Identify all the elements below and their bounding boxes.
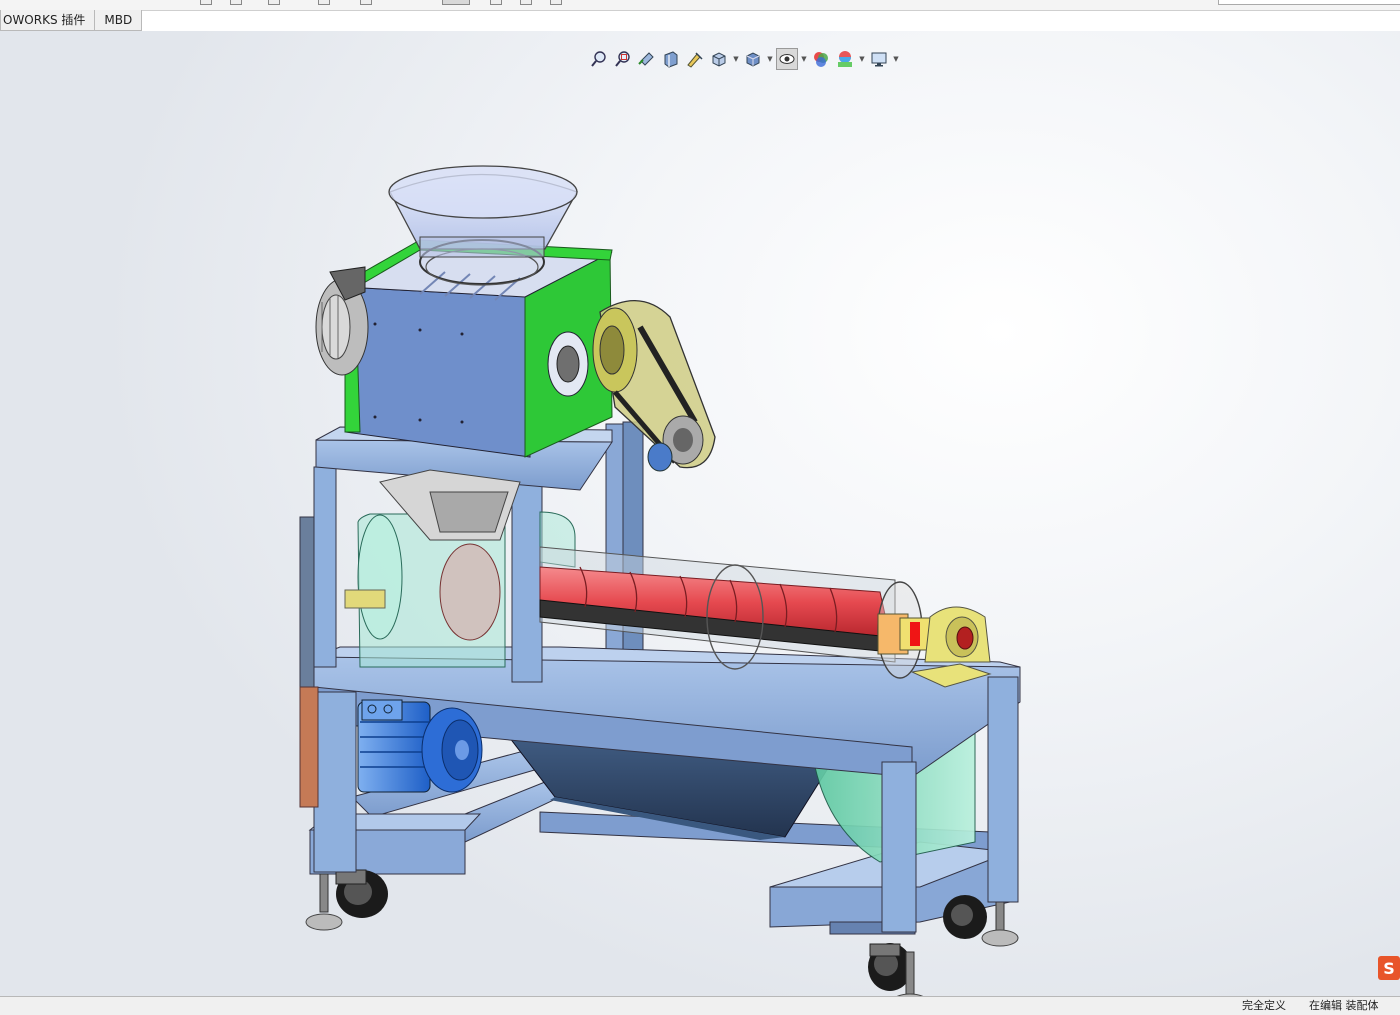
status-edit-mode: 在编辑 装配体: [1309, 999, 1379, 1012]
caster-wheel[interactable]: [335, 869, 388, 918]
search-box[interactable]: [1218, 0, 1400, 5]
toolbar-stub[interactable]: [318, 0, 330, 5]
graphics-area[interactable]: ▼ ▼ ▼ ▼ ▼: [0, 31, 1400, 996]
command-manager-tabs: OWORKS 插件 MBD: [0, 10, 143, 31]
tab-solidworks-addins[interactable]: OWORKS 插件: [0, 10, 96, 31]
caster-wheel[interactable]: [868, 943, 912, 991]
status-definition: 完全定义: [1242, 999, 1286, 1012]
crusher-box[interactable]: [343, 239, 613, 458]
tab-mbd[interactable]: MBD: [94, 10, 143, 31]
svg-text:S: S: [1383, 959, 1395, 978]
caster-wheel[interactable]: [943, 895, 987, 939]
pulley-left[interactable]: [315, 266, 369, 376]
ime-logo-icon[interactable]: S: [1378, 956, 1400, 980]
toolbar-stub[interactable]: [550, 0, 562, 5]
toolbar-stub-active[interactable]: [442, 0, 470, 5]
motor[interactable]: [357, 699, 483, 793]
status-bar: 完全定义 在编辑 装配体: [0, 996, 1400, 1015]
toolbar-stub[interactable]: [520, 0, 532, 5]
toolbar-stub[interactable]: [360, 0, 372, 5]
toolbar-stub[interactable]: [268, 0, 280, 5]
toolbar-stub[interactable]: [230, 0, 242, 5]
top-toolbar-strip: [0, 0, 1400, 11]
assembly-model[interactable]: [0, 31, 1400, 996]
toolbar-stub[interactable]: [200, 0, 212, 5]
toolbar-stub[interactable]: [490, 0, 502, 5]
